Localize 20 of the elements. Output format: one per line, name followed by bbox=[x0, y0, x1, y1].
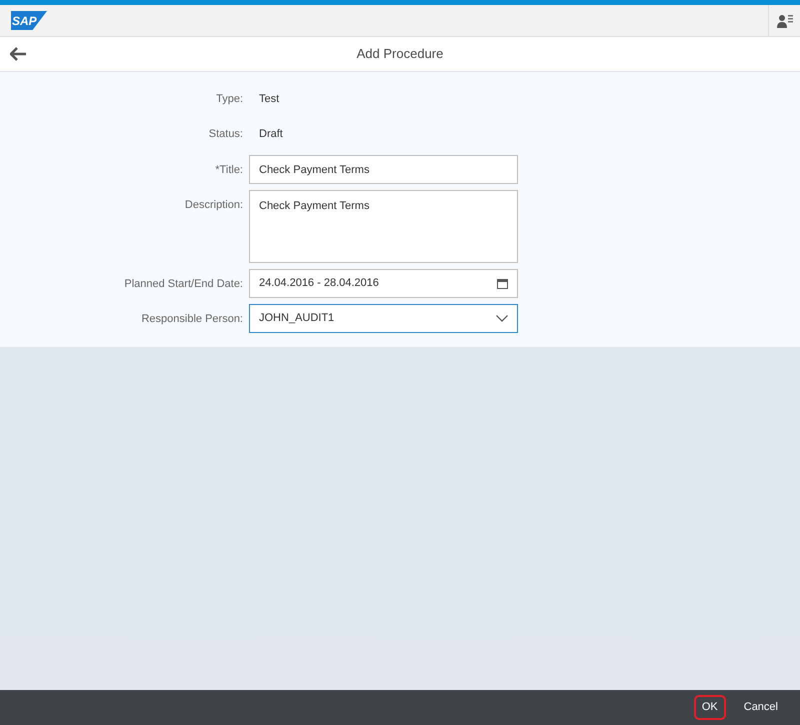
description-field[interactable]: Check Payment Terms bbox=[249, 190, 518, 263]
field-label: Responsible Person: bbox=[140, 312, 243, 327]
chevron-down-icon bbox=[496, 315, 508, 322]
field-label: Status: bbox=[208, 127, 243, 142]
field-label: Type: bbox=[215, 92, 243, 107]
field-label: Planned Start/End Date: bbox=[123, 277, 243, 292]
title-field[interactable]: Check Payment Terms bbox=[249, 155, 518, 184]
field-label: *Title: bbox=[214, 163, 243, 178]
back-arrow-icon bbox=[10, 47, 26, 61]
cancel-button[interactable]: Cancel bbox=[736, 695, 786, 720]
page-title: Add Procedure bbox=[356, 45, 444, 64]
field-value: Draft bbox=[258, 127, 283, 142]
calendar-icon bbox=[497, 278, 508, 289]
person-dropdown[interactable]: JOHN_AUDIT1 bbox=[249, 304, 518, 333]
date-range-field[interactable]: 24.04.2016 - 28.04.2016 bbox=[249, 269, 518, 298]
user-icon bbox=[776, 14, 792, 28]
field-label: Description: bbox=[184, 198, 243, 213]
sap-logo[interactable]: SAP bbox=[11, 11, 47, 30]
ok-button[interactable]: OK bbox=[694, 695, 726, 720]
field-value: Test bbox=[258, 92, 280, 107]
